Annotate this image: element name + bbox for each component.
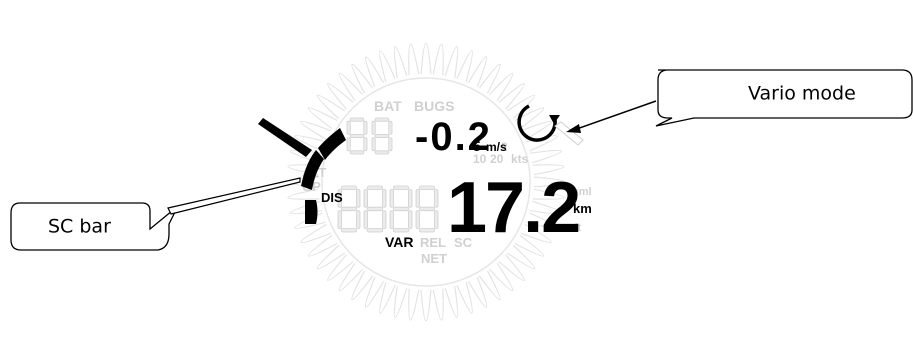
dial-tick	[338, 262, 363, 292]
unlit-segment	[356, 189, 361, 208]
unlit-segment	[363, 189, 368, 208]
unlit-segment	[363, 120, 368, 135]
unlit-segment	[382, 189, 387, 208]
unlit-segment	[346, 137, 351, 152]
dial-tick	[444, 286, 459, 319]
unlit-segment	[389, 189, 394, 208]
dial-tick	[351, 63, 374, 94]
dial-tick	[307, 107, 338, 130]
unlit-segment	[388, 120, 393, 135]
unlit-segment	[349, 117, 365, 122]
callout-vario-mode-leader	[570, 100, 657, 132]
dial-tick	[351, 270, 374, 301]
unlit-segment	[363, 210, 368, 229]
bat-label: BAT	[374, 98, 402, 114]
unlit-segment	[341, 206, 357, 212]
rel-label: REL	[420, 235, 446, 250]
dial-tick	[478, 270, 501, 301]
dial-tick	[379, 282, 396, 314]
unlit-segment	[415, 210, 420, 229]
bugs-label: BUGS	[414, 98, 454, 114]
dial-tick	[316, 245, 346, 270]
unlit-segment	[382, 210, 387, 229]
dial-tick	[530, 149, 563, 164]
main-value: 17.2	[447, 168, 579, 248]
dial-tick	[408, 43, 420, 76]
unlit-segment	[341, 185, 357, 190]
dial-tick	[393, 286, 408, 319]
unlit-segment	[419, 228, 435, 233]
unlit-segment	[367, 185, 383, 190]
vario-unit: m/s	[486, 140, 507, 154]
dial-tick	[316, 94, 346, 119]
dial-tick	[420, 289, 432, 322]
dial-tick	[408, 288, 420, 321]
dial-tick	[498, 254, 525, 281]
unlit-segment	[393, 206, 409, 212]
sc-bar-top-segment	[258, 118, 312, 157]
unlit-segment	[371, 120, 376, 135]
unlit-segment	[415, 189, 420, 208]
dial-tick	[456, 282, 473, 314]
dial-tick	[432, 43, 444, 76]
unlit-segment	[371, 137, 376, 152]
unlit-segment	[419, 206, 435, 212]
callout-vario-mode: Vario mode	[566, 69, 913, 133]
dial-tick	[444, 45, 459, 78]
unlit-segment	[341, 228, 357, 233]
unlit-segment	[393, 185, 409, 190]
dial-tick	[379, 50, 396, 82]
unlit-segment	[434, 210, 439, 229]
unlit-segment	[374, 117, 390, 122]
dial-tick	[307, 234, 338, 257]
callout-sc-bar: SC bar	[10, 177, 301, 251]
unlit-segment	[349, 150, 365, 155]
unlit-segment	[419, 185, 435, 190]
unlit-segment	[363, 137, 368, 152]
net-label: NET	[421, 251, 447, 266]
dial-tick	[489, 72, 514, 102]
unlit-segment	[367, 206, 383, 212]
vario-unit-digit: 5	[473, 138, 481, 154]
unlit-segment	[367, 228, 383, 233]
vario-unit-off-kts: kts	[511, 152, 529, 166]
unlit-segment	[356, 210, 361, 229]
unlit-segment	[388, 137, 393, 152]
dial-tick	[327, 83, 354, 110]
callout-sc-bar-pointer	[167, 177, 301, 215]
unlit-segment	[374, 133, 390, 138]
dial-tick	[327, 254, 354, 281]
unlit-segment	[408, 189, 413, 208]
unlit-segment	[389, 210, 394, 229]
dis-label: DIS	[321, 190, 343, 205]
dial-tick	[420, 42, 432, 75]
unlit-segment	[349, 133, 365, 138]
circular-arrow-icon	[517, 104, 557, 142]
callout-sc-bar-text: SC bar	[48, 216, 111, 238]
unlit-segment	[393, 228, 409, 233]
dial-tick	[498, 83, 525, 110]
var-label: VAR	[385, 234, 414, 250]
vario-unit-off-20: 20	[490, 152, 504, 166]
lcd-diagram: BAT BUGS ALT GP SC REL NET 2 10 20 kts n…	[10, 42, 913, 322]
dial-tick	[478, 63, 501, 94]
dial-tick	[432, 288, 444, 321]
unlit-segment	[434, 189, 439, 208]
dial-tick	[456, 50, 473, 82]
unlit-segment	[408, 210, 413, 229]
unlit-segment	[346, 120, 351, 135]
dial-tick	[489, 262, 514, 292]
unlit-segment	[337, 210, 342, 229]
unlit-segment	[374, 150, 390, 155]
callout-vario-mode-text: Vario mode	[748, 83, 856, 105]
dial-tick	[393, 45, 408, 78]
sc-bar-segment-1	[318, 128, 346, 160]
dial-tick	[506, 245, 536, 270]
sc-bar-segment-3	[305, 200, 318, 224]
vario-mode-indicator	[517, 104, 584, 146]
main-unit: km	[573, 201, 592, 216]
dial-tick	[338, 72, 363, 102]
